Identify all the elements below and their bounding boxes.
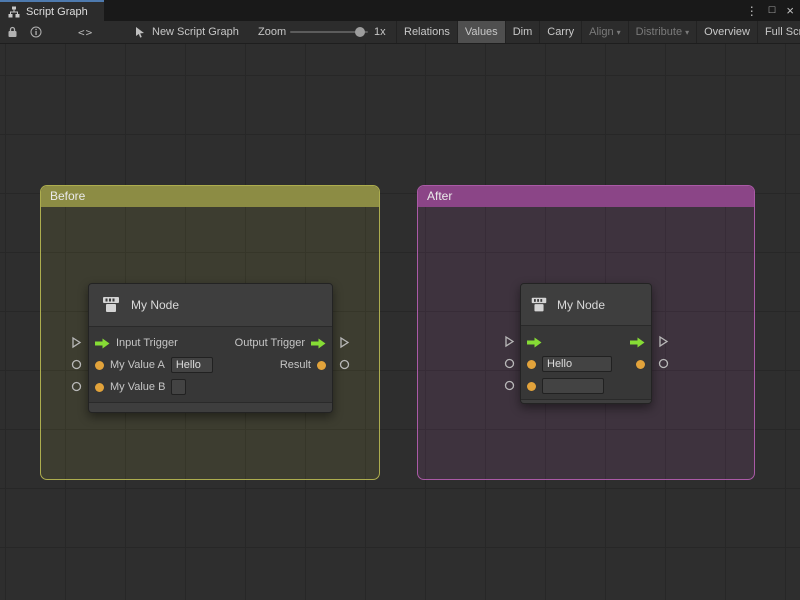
node-my-node-before[interactable]: My Node Input Trigger Output Trigger — [88, 283, 333, 413]
my-node-icon — [100, 294, 122, 316]
value-b-port[interactable] — [527, 382, 536, 391]
result-port[interactable] — [317, 361, 326, 370]
value-a-row: My Value A Result — [89, 354, 332, 376]
relations-button[interactable]: Relations — [396, 21, 457, 43]
carry-label: Carry — [547, 26, 574, 38]
align-dropdown[interactable]: Align ▾ — [581, 21, 627, 43]
output-trigger-label: Output Trigger — [235, 337, 305, 349]
node-footer — [521, 399, 651, 403]
info-icon[interactable] — [30, 21, 42, 43]
values-label: Values — [465, 26, 498, 38]
node-title: My Node — [131, 298, 179, 312]
fullscreen-button[interactable]: Full Scr — [757, 21, 800, 43]
align-label: Align — [589, 26, 613, 38]
distribute-dropdown[interactable]: Distribute ▾ — [628, 21, 696, 43]
overview-button[interactable]: Overview — [696, 21, 757, 43]
chevron-down-icon: ▾ — [617, 28, 621, 37]
my-node-icon — [529, 295, 549, 315]
window-controls: ⋮ □ × — [746, 0, 794, 21]
node-ports: Input Trigger Output Trigger My Value A — [89, 327, 332, 402]
overview-label: Overview — [704, 26, 750, 38]
before-ext-result-port[interactable] — [339, 359, 350, 370]
after-ext-result-port[interactable] — [658, 358, 669, 369]
value-a-input[interactable] — [542, 356, 612, 372]
trigger-row — [521, 331, 651, 353]
node-header[interactable]: My Node — [521, 284, 651, 326]
zoom-slider[interactable] — [290, 21, 368, 43]
tab-bar: Script Graph ⋮ □ × — [0, 0, 800, 21]
value-a-input[interactable] — [171, 357, 213, 373]
result-label: Result — [280, 359, 311, 371]
tab-title: Script Graph — [26, 6, 88, 18]
output-trigger-port[interactable] — [311, 338, 326, 349]
tab-script-graph[interactable]: Script Graph — [0, 0, 104, 21]
zoom-value: 1x — [374, 21, 386, 43]
node-title: My Node — [557, 298, 605, 312]
value-b-input[interactable] — [542, 378, 604, 394]
node-footer — [89, 402, 332, 412]
node-my-node-after[interactable]: My Node — [520, 283, 652, 404]
value-b-port[interactable] — [95, 383, 104, 392]
before-ext-input-trigger-port[interactable] — [71, 336, 82, 349]
script-graph-icon — [8, 6, 20, 18]
value-b-input[interactable] — [171, 379, 186, 395]
result-port[interactable] — [636, 360, 645, 369]
value-a-port[interactable] — [95, 361, 104, 370]
input-trigger-label: Input Trigger — [116, 337, 178, 349]
value-b-row: My Value B — [89, 376, 332, 398]
carry-button[interactable]: Carry — [539, 21, 581, 43]
before-ext-value-a-port[interactable] — [71, 359, 82, 370]
graph-name: New Script Graph — [152, 26, 239, 38]
after-ext-value-b-port[interactable] — [504, 380, 515, 391]
chevron-down-icon: ▾ — [685, 28, 689, 37]
values-button[interactable]: Values — [457, 21, 505, 43]
zoom-label: Zoom — [258, 21, 286, 43]
value-a-label: My Value A — [110, 359, 165, 371]
lock-icon[interactable] — [7, 21, 18, 43]
output-trigger-port[interactable] — [630, 337, 645, 348]
input-trigger-port[interactable] — [95, 338, 110, 349]
graph-pointer-icon — [134, 26, 146, 38]
after-ext-output-trigger-port[interactable] — [658, 335, 669, 348]
before-ext-value-b-port[interactable] — [71, 381, 82, 392]
group-after-header[interactable]: After — [418, 186, 754, 207]
value-a-port[interactable] — [527, 360, 536, 369]
after-ext-input-trigger-port[interactable] — [504, 335, 515, 348]
node-header[interactable]: My Node — [89, 284, 332, 327]
node-ports — [521, 326, 651, 399]
toolbar-buttons: Relations Values Dim Carry Align ▾ Distr… — [396, 21, 800, 43]
dim-button[interactable]: Dim — [505, 21, 540, 43]
graph-canvas[interactable]: Before After My Nod — [0, 44, 800, 600]
maximize-icon[interactable]: □ — [769, 5, 776, 16]
group-after-title: After — [427, 189, 452, 203]
value-b-label: My Value B — [110, 381, 165, 393]
dim-label: Dim — [513, 26, 533, 38]
value-a-row — [521, 353, 651, 375]
code-preview-icon[interactable]: <> — [78, 21, 93, 43]
group-before-title: Before — [50, 189, 85, 203]
close-icon[interactable]: × — [786, 4, 794, 17]
distribute-label: Distribute — [636, 26, 682, 38]
before-ext-output-trigger-port[interactable] — [339, 336, 350, 349]
relations-label: Relations — [404, 26, 450, 38]
value-b-row — [521, 375, 651, 397]
fullscreen-label: Full Scr — [765, 26, 800, 38]
group-before-header[interactable]: Before — [41, 186, 379, 207]
input-trigger-port[interactable] — [527, 337, 542, 348]
after-ext-value-a-port[interactable] — [504, 358, 515, 369]
graph-toolbar: <> New Script Graph Zoom 1x Relations Va… — [0, 21, 800, 44]
graph-selector[interactable]: New Script Graph — [134, 21, 239, 43]
kebab-menu-icon[interactable]: ⋮ — [746, 5, 758, 17]
zoom-slider-knob[interactable] — [355, 27, 365, 37]
trigger-row: Input Trigger Output Trigger — [89, 332, 332, 354]
unity-script-graph-window: Script Graph ⋮ □ × <> — [0, 0, 800, 600]
